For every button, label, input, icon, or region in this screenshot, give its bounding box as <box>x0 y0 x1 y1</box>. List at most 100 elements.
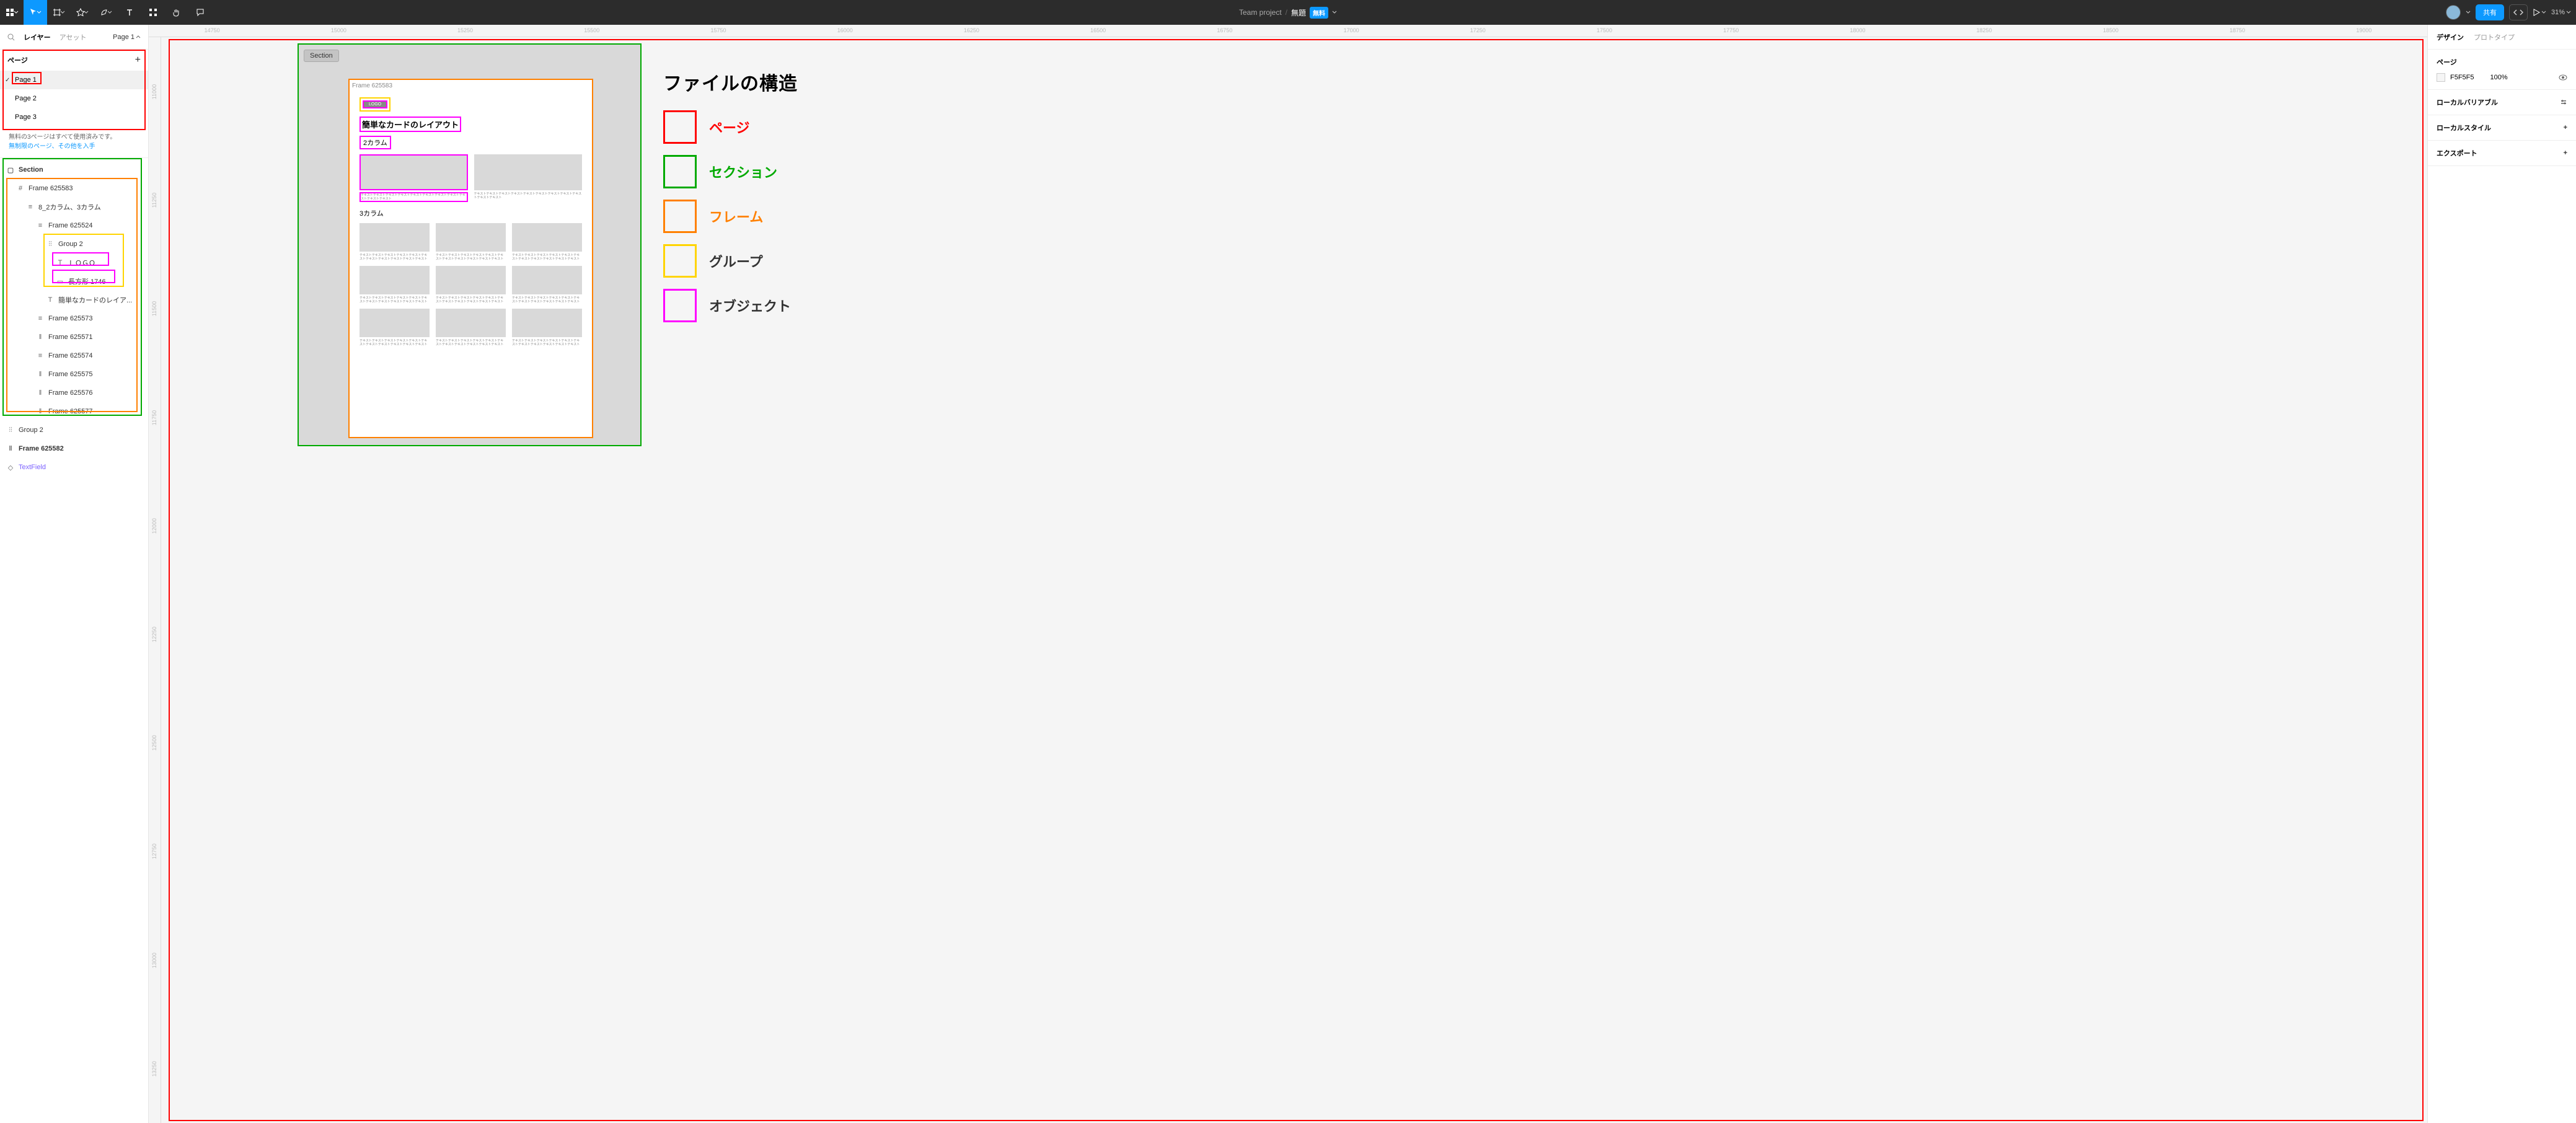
legend-swatch <box>663 289 697 322</box>
card-image <box>359 309 430 337</box>
tab-design[interactable]: デザイン <box>2437 32 2464 42</box>
visibility-toggle[interactable] <box>2559 73 2567 82</box>
chevron-down-icon <box>60 10 65 15</box>
background-swatch[interactable] <box>2437 73 2445 82</box>
local-styles-section: ローカルスタイル+ <box>2428 115 2576 141</box>
layer-textfield[interactable]: ◇TextField <box>0 458 148 477</box>
canvas-section[interactable]: Section Frame 625583 LOGO 簡単なカードのレイアウト 2… <box>298 43 642 446</box>
tab-prototype[interactable]: プロトタイプ <box>2474 32 2515 42</box>
layer-frame-main[interactable]: #Frame 625583 <box>0 179 148 198</box>
pen-tool-button[interactable] <box>94 0 118 25</box>
main-menu-button[interactable] <box>0 0 24 25</box>
canvas-area[interactable]: 1475015000152501550015750160001625016500… <box>149 25 2427 1123</box>
move-tool-button[interactable] <box>24 0 47 25</box>
tab-assets[interactable]: アセット <box>60 32 87 42</box>
add-button[interactable]: + <box>2564 124 2567 131</box>
page-row-2[interactable]: Page 2 <box>0 89 148 108</box>
card-item[interactable]: テキストテキストテキストテキストテキストテキストテキストテキストテキストテキスト… <box>359 309 430 346</box>
upgrade-link[interactable]: 無制限のページ、その他を入手 <box>9 143 95 150</box>
layer-f575[interactable]: ‖Frame 625575 <box>0 365 148 384</box>
layer-frame524[interactable]: ≡Frame 625524 <box>0 216 148 235</box>
card-item[interactable]: テキストテキストテキストテキストテキストテキストテキストテキストテキストテキスト… <box>512 266 582 304</box>
card-item[interactable]: テキストテキストテキストテキストテキストテキストテキストテキストテキストテキスト… <box>359 266 430 304</box>
card-item[interactable]: テキストテキストテキストテキストテキストテキストテキストテキストテキストテキスト… <box>436 309 506 346</box>
card-text: テキストテキストテキストテキストテキストテキストテキストテキストテキストテキスト… <box>359 192 468 202</box>
card-item[interactable]: テキストテキストテキストテキストテキストテキストテキストテキストテキストテキスト… <box>436 223 506 261</box>
card-image <box>359 223 430 252</box>
layer-logo[interactable]: TＬＯＧＯ <box>0 253 148 272</box>
layer-card-title[interactable]: T簡単なカードのレイア... <box>0 291 148 309</box>
add-page-button[interactable]: + <box>135 55 141 66</box>
chevron-down-icon <box>2541 10 2546 15</box>
page-row-3[interactable]: Page 3 <box>0 108 148 126</box>
card-text: テキストテキストテキストテキストテキストテキストテキストテキストテキストテキスト… <box>436 296 506 304</box>
section-label[interactable]: Section <box>304 50 339 62</box>
legend-label: フレーム <box>709 206 763 226</box>
card-text: テキストテキストテキストテキストテキストテキストテキストテキストテキストテキスト… <box>359 339 430 346</box>
layer-f576[interactable]: ‖Frame 625576 <box>0 384 148 402</box>
canvas[interactable]: Section Frame 625583 LOGO 簡単なカードのレイアウト 2… <box>161 37 2427 1123</box>
comment-tool-button[interactable] <box>188 0 212 25</box>
chevron-down-icon <box>107 10 112 15</box>
layer-f571[interactable]: ‖Frame 625571 <box>0 328 148 346</box>
card-image <box>359 266 430 294</box>
page-row-1[interactable]: ✓Page 1 <box>0 71 148 89</box>
card-item[interactable]: テキストテキストテキストテキストテキストテキストテキストテキストテキストテキスト… <box>474 154 583 202</box>
chevron-down-icon <box>84 10 89 15</box>
layer-layout[interactable]: ≡8_2カラム、3カラム <box>0 198 148 216</box>
frame-tool-button[interactable] <box>47 0 71 25</box>
page-indicator[interactable]: Page 1 <box>113 33 141 41</box>
cards-2col-row: テキストテキストテキストテキストテキストテキストテキストテキストテキストテキスト… <box>359 154 582 202</box>
component-icon: ◇ <box>6 464 15 472</box>
layer-f573[interactable]: ≡Frame 625573 <box>0 309 148 328</box>
add-button[interactable]: + <box>2564 149 2567 157</box>
left-panel-tabs: レイヤー アセット Page 1 <box>0 25 148 50</box>
settings-icon[interactable] <box>2560 99 2567 106</box>
legend-row-page: ページ <box>663 110 874 144</box>
layer-group2b[interactable]: ⫶⫶Group 2 <box>0 421 148 439</box>
layer-rect[interactable]: ▭長方形 1746 <box>0 272 148 291</box>
section-title: ページ <box>2437 57 2567 67</box>
present-button[interactable] <box>2533 9 2546 16</box>
zoom-control[interactable]: 31% <box>2551 9 2571 16</box>
card-item[interactable]: テキストテキストテキストテキストテキストテキストテキストテキストテキストテキスト… <box>512 223 582 261</box>
layer-f577[interactable]: ‖Frame 625577 <box>0 402 148 421</box>
dev-mode-button[interactable] <box>2509 4 2528 20</box>
card-item[interactable]: テキストテキストテキストテキストテキストテキストテキストテキストテキストテキスト… <box>359 154 468 202</box>
group-icon: ⫶⫶ <box>46 240 55 249</box>
search-icon[interactable] <box>7 33 15 41</box>
card-item[interactable]: テキストテキストテキストテキストテキストテキストテキストテキストテキストテキスト… <box>359 223 430 261</box>
layer-group2[interactable]: ⫶⫶Group 2 <box>0 235 148 253</box>
card-text: テキストテキストテキストテキストテキストテキストテキストテキストテキストテキスト… <box>436 253 506 261</box>
background-hex[interactable]: F5F5F5 <box>2450 74 2474 81</box>
right-panel-tabs: デザイン プロトタイプ <box>2428 25 2576 50</box>
layer-f574[interactable]: ≡Frame 625574 <box>0 346 148 365</box>
chevron-down-icon <box>2566 10 2571 15</box>
card-image <box>436 266 506 294</box>
share-button[interactable]: 共有 <box>2476 4 2504 20</box>
pages-title: ページ <box>7 55 28 65</box>
card-image <box>512 223 582 252</box>
logo-object[interactable]: LOGO <box>363 100 387 108</box>
card-item[interactable]: テキストテキストテキストテキストテキストテキストテキストテキストテキストテキスト… <box>512 309 582 346</box>
canvas-frame[interactable]: Frame 625583 LOGO 簡単なカードのレイアウト 2カラム テキスト… <box>348 79 593 438</box>
tab-layers[interactable]: レイヤー <box>24 32 51 42</box>
layer-section[interactable]: ▢Section <box>0 161 148 179</box>
autolayout-icon: ≡ <box>36 222 45 229</box>
chevron-down-icon[interactable] <box>2466 10 2471 15</box>
card-item[interactable]: テキストテキストテキストテキストテキストテキストテキストテキストテキストテキスト… <box>436 266 506 304</box>
subheading-2col[interactable]: 2カラム <box>359 136 391 149</box>
background-opacity[interactable]: 100% <box>2490 74 2508 81</box>
cards-3col-row: テキストテキストテキストテキストテキストテキストテキストテキストテキストテキスト… <box>359 223 582 261</box>
card-heading[interactable]: 簡単なカードのレイアウト <box>359 117 461 132</box>
text-tool-button[interactable] <box>118 0 141 25</box>
subheading-3col[interactable]: 3カラム <box>359 208 582 218</box>
text-icon: T <box>56 259 64 266</box>
hand-tool-button[interactable] <box>165 0 188 25</box>
resources-button[interactable] <box>141 0 165 25</box>
section-title: ローカルバリアブル <box>2437 97 2498 107</box>
layer-f582[interactable]: ‖Frame 625582 <box>0 439 148 458</box>
shape-tool-button[interactable] <box>71 0 94 25</box>
user-avatar[interactable] <box>2446 5 2461 20</box>
file-title-area[interactable]: Team project / 無題 無料 <box>1239 7 1337 19</box>
